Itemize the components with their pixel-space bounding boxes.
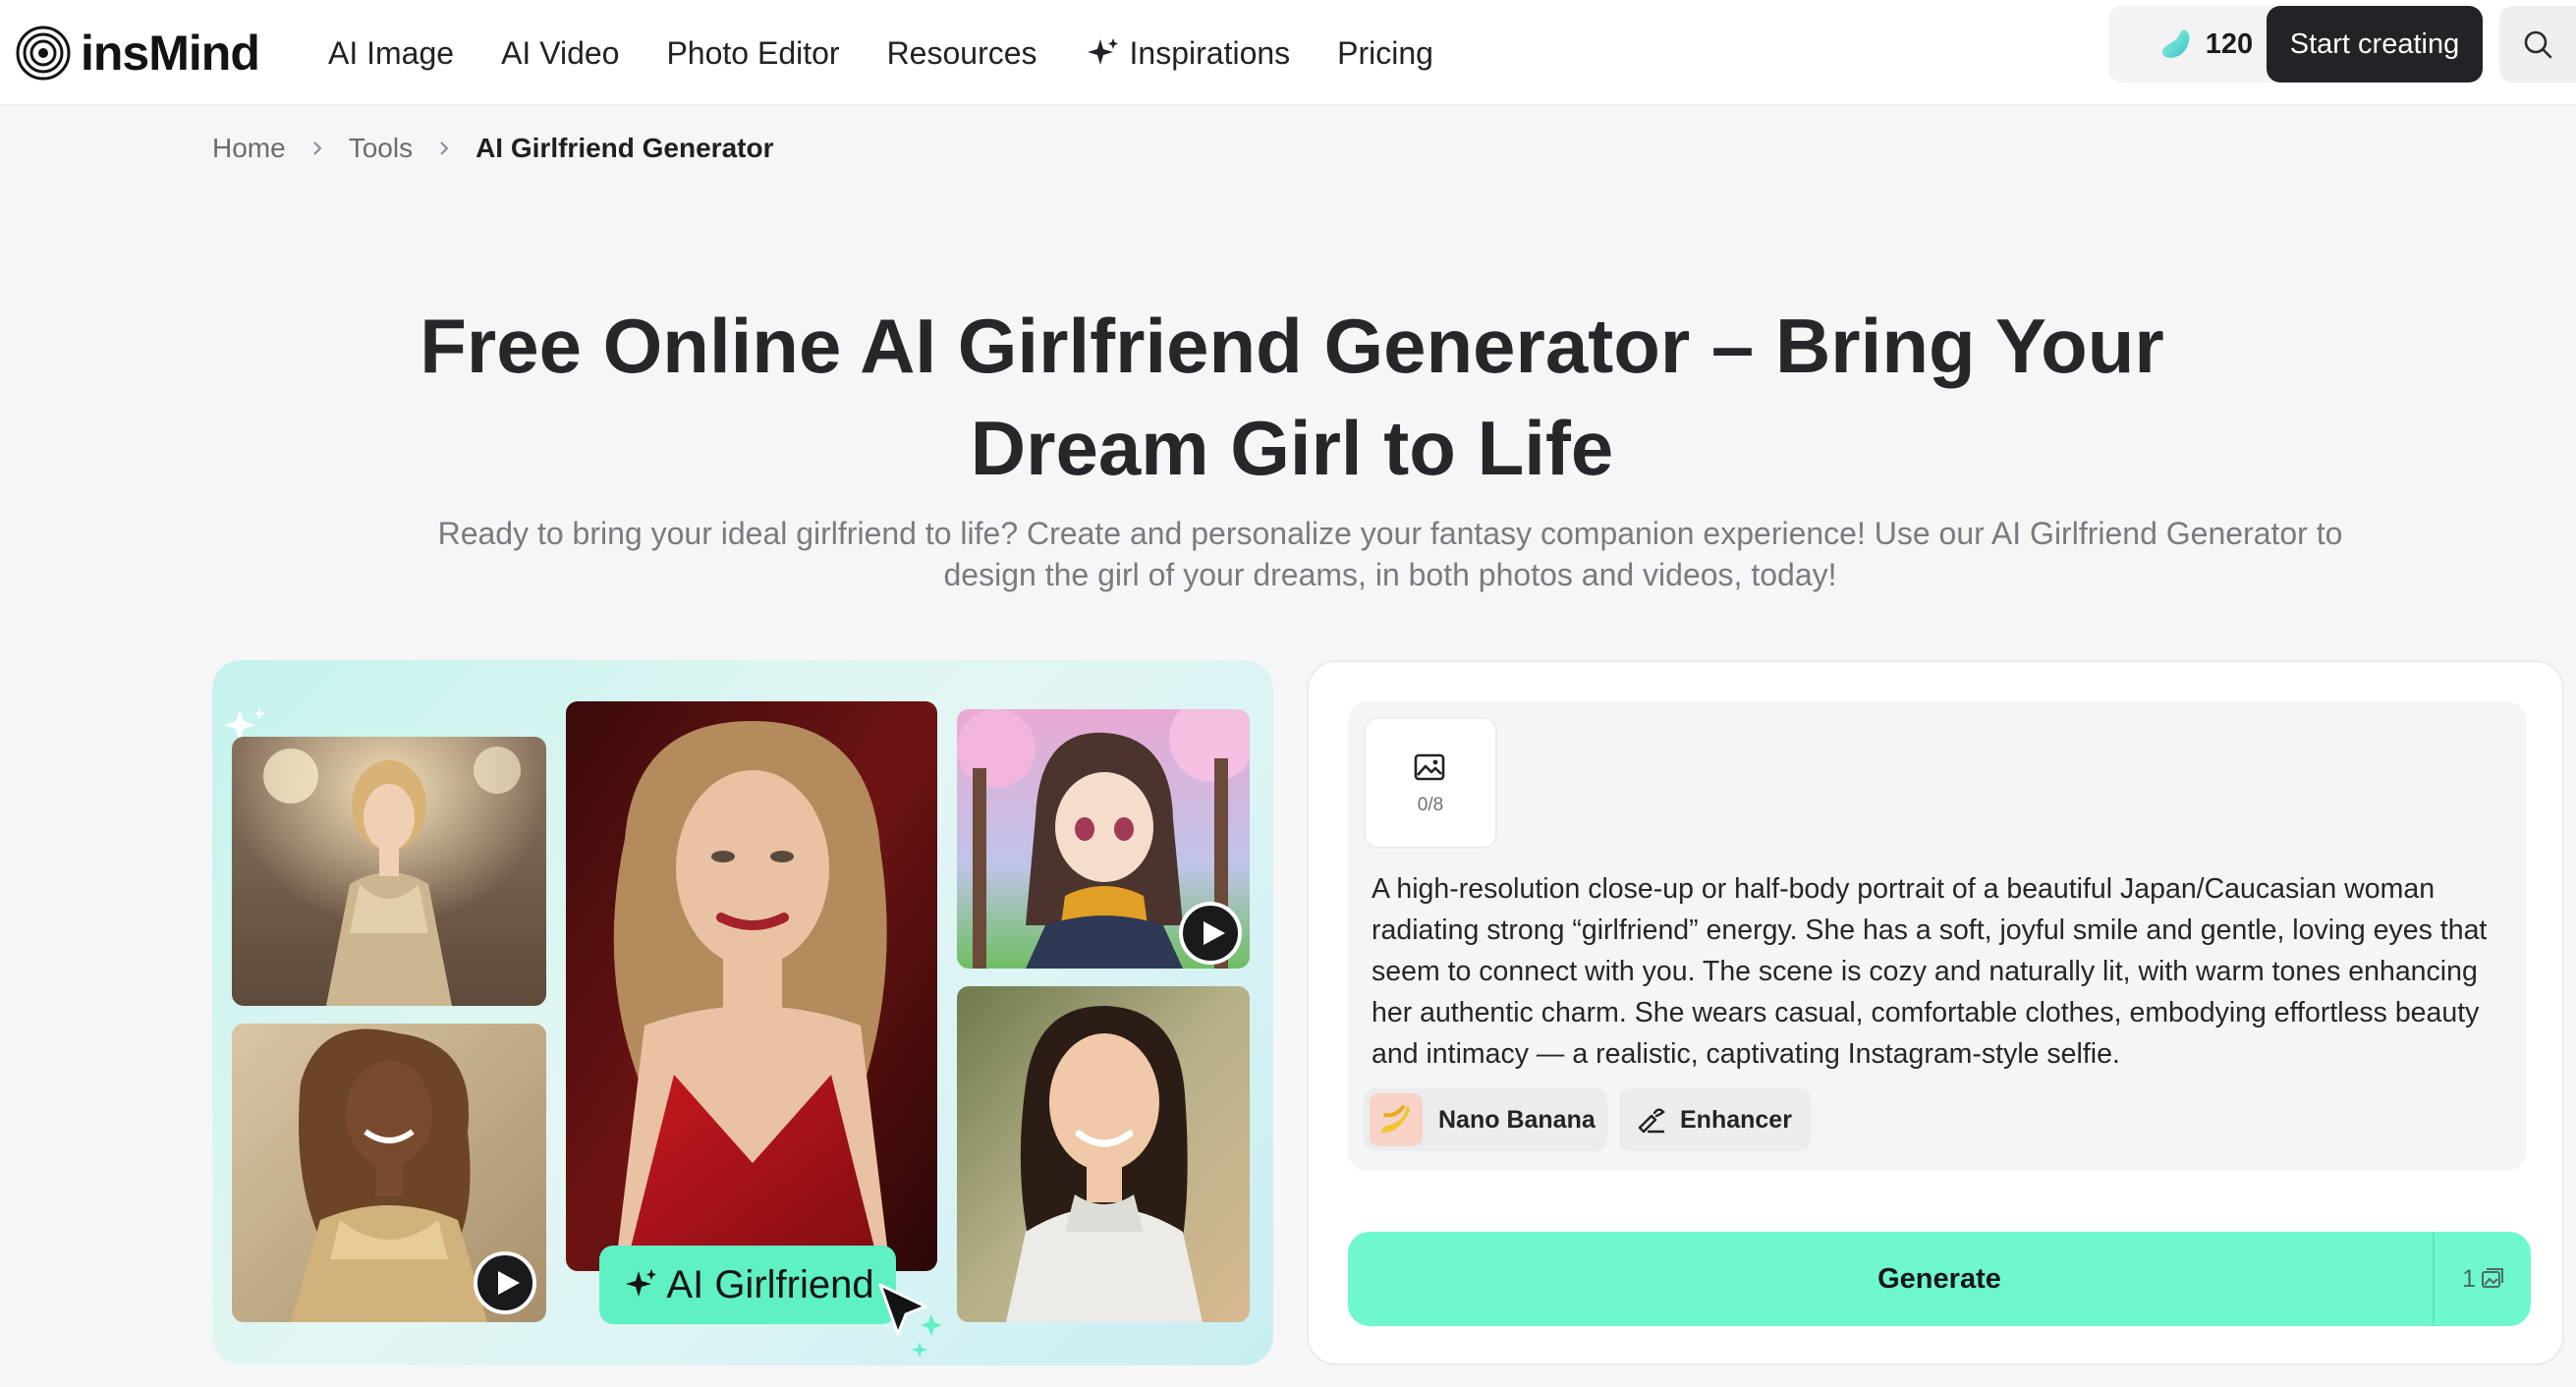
ai-girlfriend-tag-label: AI Girlfriend xyxy=(666,1262,874,1306)
model-thumbnail xyxy=(1370,1093,1423,1146)
nav-ai-video[interactable]: AI Video xyxy=(501,35,619,72)
example-image-ballroom[interactable] xyxy=(232,737,546,1006)
example-video-anime[interactable] xyxy=(957,709,1250,969)
search-icon xyxy=(2524,30,2552,59)
generate-label: Generate xyxy=(1877,1262,2001,1295)
example-image-red-dress[interactable] xyxy=(566,701,937,1271)
output-count: 1 xyxy=(2462,1264,2476,1293)
nav-ai-image[interactable]: AI Image xyxy=(328,35,454,72)
prompt-input[interactable]: A high-resolution close-up or half-body … xyxy=(1372,868,2511,1075)
chevron-right-icon xyxy=(312,141,322,155)
smiling-woman-image xyxy=(957,986,1250,1322)
enhancer-icon xyxy=(1638,1108,1665,1134)
image-count-icon xyxy=(2482,1268,2503,1288)
output-count-selector[interactable]: 1 xyxy=(2462,1232,2505,1326)
example-image-smiling-woman[interactable] xyxy=(957,986,1250,1322)
logo[interactable]: insMind xyxy=(16,18,260,88)
nav-pricing[interactable]: Pricing xyxy=(1337,35,1433,72)
ballroom-portrait-image xyxy=(232,737,546,1006)
play-icon xyxy=(498,1271,520,1295)
generator-panel: 0/8 A high-resolution close-up or half-b… xyxy=(1307,660,2564,1365)
red-dress-portrait-image xyxy=(566,701,937,1271)
search-button[interactable] xyxy=(2499,6,2576,83)
nav-inspirations[interactable]: Inspirations xyxy=(1085,34,1291,72)
page-subtitle: Ready to bring your ideal girlfriend to … xyxy=(437,516,2343,592)
add-image-icon xyxy=(1414,753,1445,781)
play-button[interactable] xyxy=(1179,902,1242,965)
model-label: Nano Banana xyxy=(1438,1105,1596,1134)
cursor-icon xyxy=(878,1283,942,1358)
breadcrumb-current: AI Girlfriend Generator xyxy=(476,133,774,163)
breadcrumb: Home Tools AI Girlfriend Generator xyxy=(212,128,773,169)
banana-icon xyxy=(1370,1093,1423,1146)
upload-count: 0/8 xyxy=(1417,795,1444,815)
sparkle-icon xyxy=(1087,38,1118,65)
insmind-logo-icon xyxy=(16,26,71,81)
logo-text: insMind xyxy=(81,26,260,81)
prompt-box[interactable]: 0/8 A high-resolution close-up or half-b… xyxy=(1348,701,2527,1171)
main-nav: AI Image AI Video Photo Editor Resources… xyxy=(328,24,1481,83)
sparkle-icon xyxy=(626,1269,657,1297)
generate-divider xyxy=(2433,1232,2435,1326)
start-creating-button[interactable]: Start creating xyxy=(2267,6,2483,83)
chevron-right-icon xyxy=(440,141,449,155)
enhancer-label: Enhancer xyxy=(1680,1105,1792,1134)
example-video-gold-gown[interactable] xyxy=(232,1024,546,1322)
credit-gem-icon xyxy=(2161,29,2190,58)
play-button[interactable] xyxy=(474,1251,536,1314)
page-title: Free Online AI Girlfriend Generator – Br… xyxy=(420,303,2164,491)
nav-inspirations-label: Inspirations xyxy=(1129,34,1291,71)
enhancer-toggle[interactable]: Enhancer xyxy=(1619,1088,1812,1151)
generate-button[interactable]: Generate 1 xyxy=(1348,1232,2531,1326)
ai-girlfriend-tag: AI Girlfriend xyxy=(599,1246,896,1324)
top-nav-bar: insMind AI Image AI Video Photo Editor R… xyxy=(0,0,2576,106)
nav-photo-editor[interactable]: Photo Editor xyxy=(666,35,839,72)
breadcrumb-home[interactable]: Home xyxy=(212,133,286,164)
breadcrumb-tools[interactable]: Tools xyxy=(349,133,413,164)
credits-count: 120 xyxy=(2205,28,2254,60)
upload-image-button[interactable]: 0/8 xyxy=(1364,717,1497,849)
nav-resources[interactable]: Resources xyxy=(887,35,1037,72)
model-selector[interactable]: Nano Banana xyxy=(1364,1088,1607,1151)
example-gallery: AI Girlfriend xyxy=(212,660,1273,1365)
play-icon xyxy=(1204,921,1225,945)
